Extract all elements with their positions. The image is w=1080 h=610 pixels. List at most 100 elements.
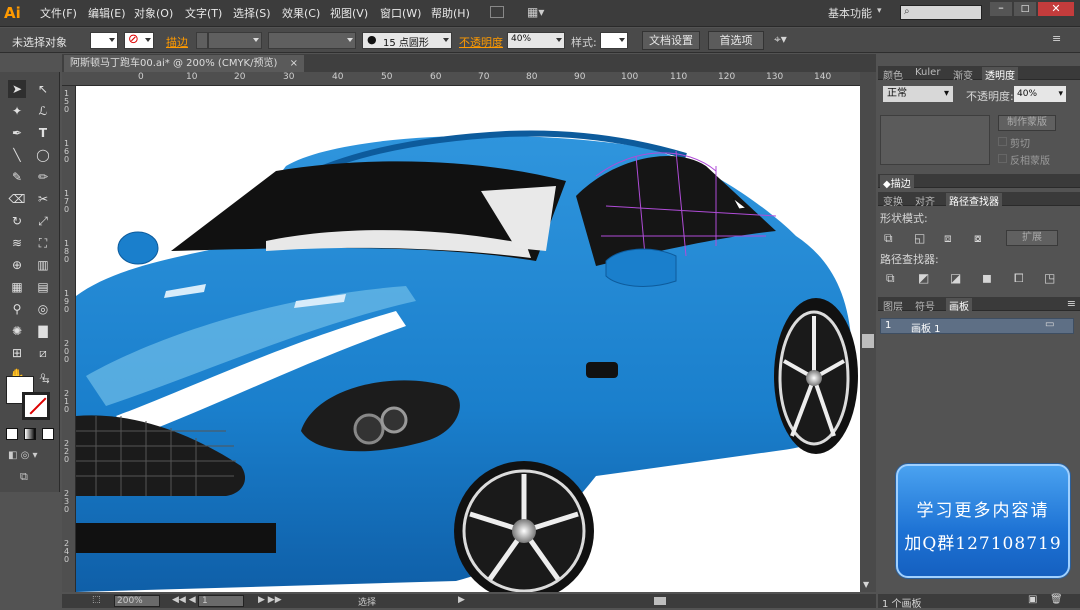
isolate-icon[interactable]: ⌖▾ [774, 32, 787, 47]
slice-tool-icon[interactable]: ⧄ [34, 344, 52, 362]
symbol-sprayer-tool-icon[interactable]: ✺ [8, 322, 26, 340]
maximize-button[interactable]: □ [1014, 2, 1036, 16]
close-icon[interactable]: × [290, 55, 298, 72]
brush-definition-dropdown[interactable]: ● 15 点圆形 [362, 32, 452, 49]
minimize-button[interactable]: – [990, 2, 1012, 16]
fill-swatch[interactable] [90, 32, 118, 49]
stroke-weight-dropdown[interactable] [208, 32, 262, 49]
invert-mask-checkbox[interactable] [998, 154, 1007, 163]
menu-edit[interactable]: 编辑(E) [88, 5, 126, 21]
trim-icon[interactable]: ◩ [918, 271, 929, 285]
free-transform-tool-icon[interactable]: ⛶ [34, 234, 52, 252]
stroke-panel-header[interactable]: ◆描边 [878, 174, 1080, 190]
tab-align[interactable]: 对齐 [912, 193, 938, 208]
tab-symbols[interactable]: 符号 [912, 298, 938, 313]
menu-type[interactable]: 文字(T) [185, 5, 222, 21]
perspective-grid-tool-icon[interactable]: ▥ [34, 256, 52, 274]
artboard-row[interactable]: 1 画板 1 ▭ [880, 318, 1074, 335]
mesh-tool-icon[interactable]: ▦ [8, 278, 26, 296]
menu-object[interactable]: 对象(O) [134, 5, 173, 21]
opacity-input[interactable]: 40% ▾ [1014, 86, 1066, 102]
tab-layers[interactable]: 图层 [880, 298, 906, 313]
close-button[interactable]: ✕ [1038, 2, 1074, 16]
blend-tool-icon[interactable]: ◎ [34, 300, 52, 318]
outline-icon[interactable]: ⧠ [1014, 271, 1024, 286]
next-artboard-icon[interactable]: ▶ ▶▶ [258, 595, 282, 605]
tab-artboards[interactable]: 画板 [946, 298, 972, 313]
rotate-tool-icon[interactable]: ↻ [8, 212, 26, 230]
ellipse-tool-icon[interactable]: ◯ [34, 146, 52, 164]
direct-selection-tool-icon[interactable]: ↖ [34, 80, 52, 98]
delete-artboard-icon[interactable]: 🗑 [1050, 594, 1063, 605]
first-artboard-icon[interactable]: ◀◀ ◀ [172, 595, 196, 605]
clip-checkbox[interactable] [998, 137, 1007, 146]
exclude-icon[interactable]: ⧇ [974, 231, 982, 246]
scale-tool-icon[interactable]: ⤢ [34, 212, 52, 230]
swap-fill-stroke-icon[interactable]: ⇆ [42, 376, 50, 386]
magic-wand-tool-icon[interactable]: ✦ [8, 102, 26, 120]
line-tool-icon[interactable]: ╲ [8, 146, 26, 164]
variable-width-profile[interactable] [268, 32, 356, 49]
draw-mode-icon[interactable]: ◧ ◎ ▾ [8, 450, 48, 462]
menu-help[interactable]: 帮助(H) [431, 5, 470, 21]
bridge-icon[interactable] [490, 6, 504, 18]
menu-window[interactable]: 窗口(W) [380, 5, 421, 21]
scissors-tool-icon[interactable]: ✂ [34, 190, 52, 208]
graphic-style-swatch[interactable] [600, 32, 628, 49]
artboard-canvas[interactable] [76, 86, 860, 592]
tab-transparency[interactable]: 透明度 [982, 67, 1018, 82]
arrange-documents-icon[interactable]: ▦▾ [527, 5, 547, 19]
stroke-label[interactable]: 描边 [166, 34, 188, 50]
menu-effect[interactable]: 效果(C) [282, 5, 320, 21]
blend-mode-dropdown[interactable]: 正常 ▾ [883, 86, 953, 102]
tab-transform[interactable]: 变换 [880, 193, 906, 208]
scroll-thumb[interactable] [862, 334, 874, 348]
none-mode-icon[interactable] [42, 428, 54, 440]
minus-front-icon[interactable]: ◱ [914, 231, 925, 245]
intersect-icon[interactable]: ⧈ [944, 231, 952, 246]
horizontal-scroll-thumb[interactable] [654, 597, 666, 605]
make-mask-button[interactable]: 制作蒙版 [998, 115, 1056, 131]
gradient-tool-icon[interactable]: ▤ [34, 278, 52, 296]
gradient-mode-icon[interactable] [24, 428, 36, 440]
panel-menu-icon[interactable]: ≡ [1052, 32, 1061, 45]
tab-color[interactable]: 颜色 [880, 67, 906, 82]
nav-icon[interactable]: ⬚ [92, 595, 101, 605]
pencil-tool-icon[interactable]: ✏ [34, 168, 52, 186]
warp-tool-icon[interactable]: ≋ [8, 234, 26, 252]
search-input[interactable]: ⌕ [900, 5, 982, 20]
opacity-input[interactable]: 40% [507, 32, 565, 49]
panel-menu-icon[interactable]: ≡ [1067, 297, 1076, 310]
workspace-switcher[interactable]: 基本功能 [828, 5, 872, 21]
lasso-tool-icon[interactable]: ℒ [34, 102, 52, 120]
vertical-scrollbar[interactable]: ▼ [860, 72, 876, 592]
divide-icon[interactable]: ⧉ [886, 271, 895, 286]
stroke-weight-stepper[interactable] [196, 32, 208, 49]
tab-gradient[interactable]: 渐变 [950, 67, 976, 82]
new-artboard-icon[interactable]: ▣ [1028, 594, 1037, 605]
expand-button[interactable]: 扩展 [1006, 230, 1058, 246]
scroll-down-icon[interactable]: ▼ [863, 580, 869, 589]
minus-back-icon[interactable]: ◳ [1044, 271, 1055, 285]
eyedropper-tool-icon[interactable]: ⚲ [8, 300, 26, 318]
artboard-options-icon[interactable]: ▭ [1045, 319, 1054, 330]
zoom-dropdown[interactable]: 200% [114, 595, 160, 607]
color-mode-icon[interactable] [6, 428, 18, 440]
blob-brush-tool-icon[interactable]: ⌫ [8, 190, 26, 208]
shape-builder-tool-icon[interactable]: ⊕ [8, 256, 26, 274]
status-menu-icon[interactable]: ▶ [458, 595, 465, 605]
merge-icon[interactable]: ◪ [950, 271, 961, 285]
screen-mode-icon[interactable]: ⧉ [20, 470, 40, 484]
unite-icon[interactable]: ⧉ [884, 231, 893, 246]
tab-kuler[interactable]: Kuler [912, 67, 943, 78]
menu-file[interactable]: 文件(F) [40, 5, 77, 21]
opacity-label[interactable]: 不透明度 [459, 34, 503, 50]
type-tool-icon[interactable]: T [34, 124, 52, 142]
menu-select[interactable]: 选择(S) [233, 5, 271, 21]
tab-stroke[interactable]: ◆描边 [880, 175, 914, 190]
paintbrush-tool-icon[interactable]: ✎ [8, 168, 26, 186]
document-setup-button[interactable]: 文档设置 [642, 31, 700, 50]
artboard-navigation[interactable]: 1 [198, 595, 244, 607]
pen-tool-icon[interactable]: ✒ [8, 124, 26, 142]
artboard-tool-icon[interactable]: ⊞ [8, 344, 26, 362]
